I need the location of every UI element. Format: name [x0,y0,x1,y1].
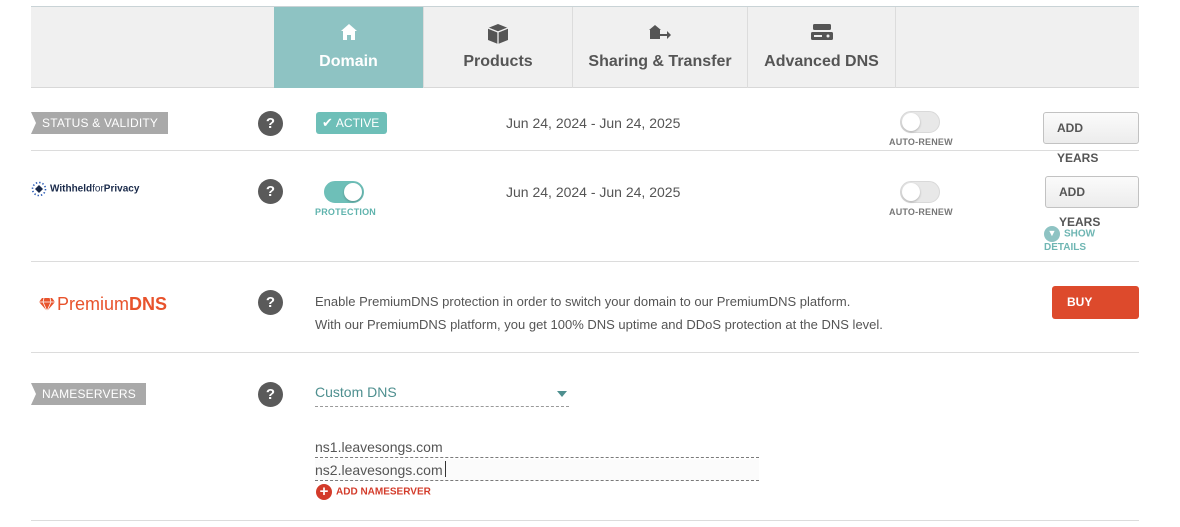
tab-sharing-transfer[interactable]: Sharing & Transfer [572,7,747,88]
premium-dns-description: Enable PremiumDNS protection in order to… [315,290,883,336]
premium-dns-row: PremiumDNS ? Enable PremiumDNS protectio… [31,262,1139,353]
privacy-logo-icon [31,181,47,197]
wfp-logo-bold: Withheld [50,183,93,195]
toggle-knob [902,113,920,131]
privacy-dates: Jun 24, 2024 - Jun 24, 2025 [506,184,681,200]
checkmark-icon: ✔ [322,115,333,130]
show-details-toggle[interactable]: ▼ SHOW DETAILS [1044,226,1139,253]
tab-label: Advanced DNS [764,53,879,70]
status-row: STATUS & VALIDITY ? ✔ ACTIVE Jun 24, 2024… [31,88,1139,165]
box-icon [424,23,572,45]
premium-dns-line1: Enable PremiumDNS protection in order to… [315,294,851,309]
chevron-down-icon: ▼ [1044,226,1060,242]
nameserver-type-select[interactable]: Custom DNS [315,384,569,407]
nameserver-2-input[interactable] [315,459,759,481]
status-section-label: STATUS & VALIDITY [31,112,169,134]
nameservers-help-icon[interactable]: ? [258,382,283,407]
privacy-protection-toggle[interactable] [324,181,364,203]
privacy-add-years-button[interactable]: ADD YEARS [1045,176,1139,229]
caret-down-icon [557,391,567,397]
status-autorenew-label: AUTO-RENEW [889,137,953,147]
home-icon [274,23,423,45]
status-add-years-button[interactable]: ADD YEARS [1043,112,1139,165]
status-dates: Jun 24, 2024 - Jun 24, 2025 [506,115,681,131]
premium-dns-logo-bold: DNS [129,294,168,314]
status-badge-text: ACTIVE [335,116,380,130]
share-transfer-icon [573,23,747,45]
gem-icon [39,297,55,312]
plus-circle-icon: + [316,484,332,500]
status-badge: ✔ ACTIVE [316,112,388,134]
nameserver-1-input[interactable] [315,436,759,458]
nameservers-section-label: NAMESERVERS [31,383,147,405]
tab-advanced-dns[interactable]: Advanced DNS [747,7,896,88]
privacy-autorenew-toggle[interactable] [900,181,940,203]
privacy-protection-label: PROTECTION [315,207,377,217]
tab-label: Domain [319,53,378,70]
tab-products[interactable]: Products [423,7,572,88]
premium-dns-help-icon[interactable]: ? [258,290,283,315]
wfp-logo-light: for [92,183,104,195]
privacy-autorenew-label: AUTO-RENEW [889,207,953,217]
nameservers-row: NAMESERVERS ? Custom DNS + ADD NAMESERVER [31,353,1139,521]
premium-dns-logo-light: Premium [57,294,130,314]
toggle-knob [902,183,920,201]
text-cursor [445,461,446,477]
tab-label: Products [463,53,533,70]
status-help-icon[interactable]: ? [258,111,283,136]
nameserver-type-value: Custom DNS [315,384,397,400]
server-icon [748,23,895,45]
domain-tabs-bar: Domain Products Sharing & Transfer Advan… [31,6,1139,88]
add-nameserver-label: ADD NAMESERVER [336,486,431,498]
privacy-row: WithheldforPrivacy ? PROTECTION Jun 24, … [31,151,1139,262]
add-nameserver-button[interactable]: + ADD NAMESERVER [316,484,431,500]
wfp-logo-bold2: Privacy [103,183,140,195]
tab-domain[interactable]: Domain [274,7,423,88]
privacy-help-icon[interactable]: ? [258,179,283,204]
premium-dns-line2: With our PremiumDNS platform, you get 10… [315,317,883,332]
withheld-for-privacy-logo: WithheldforPrivacy [31,181,139,197]
status-autorenew-toggle[interactable] [900,111,940,133]
buy-now-button[interactable]: BUY NOW [1052,286,1139,342]
tab-label: Sharing & Transfer [588,53,732,70]
toggle-knob [344,183,362,201]
premium-dns-logo: PremiumDNS [39,294,167,315]
